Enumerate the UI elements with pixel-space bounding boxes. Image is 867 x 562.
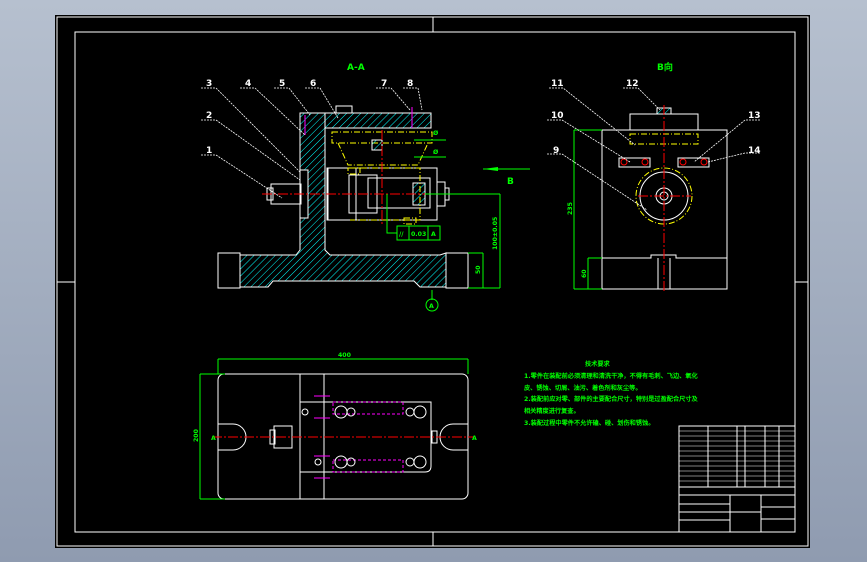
- tolerance-symbol: //: [399, 231, 404, 238]
- dim-front-base: 50: [475, 265, 482, 274]
- tech-heading: 技术要求: [585, 360, 611, 368]
- part-label-8: 8: [407, 79, 413, 89]
- part-label-4: 4: [245, 79, 251, 89]
- tech-line: 1.零件在装配前必须清理和清洗干净，不得有毛刺、飞边、氧化: [524, 372, 699, 380]
- view-direction-label: B: [507, 177, 514, 187]
- top-plate-section: [324, 112, 432, 129]
- part-label-6: 6: [310, 79, 316, 89]
- part-label-12: 12: [626, 79, 639, 89]
- tech-line: 相关精度进行复查。: [524, 407, 580, 415]
- dim-side-height: 235: [567, 202, 574, 215]
- section-mark-right: A: [472, 435, 477, 442]
- part-label-11: 11: [551, 79, 564, 89]
- svg-text:Ø: Ø: [433, 148, 439, 156]
- part-label-1: 1: [206, 146, 212, 156]
- dim-side-base: 60: [581, 269, 588, 278]
- part-label-14: 14: [748, 146, 761, 156]
- part-label-3: 3: [206, 79, 212, 89]
- section-mark-left: A: [211, 435, 216, 442]
- dim-plan-width: 200: [193, 428, 200, 442]
- tech-line: 皮、锈蚀、切屑、油污、着色剂和灰尘等。: [523, 384, 642, 392]
- cad-drawing[interactable]: A-A 100±0.05 50 Ø Ø // 0.03 A A B 3 4 5 6…: [0, 0, 867, 562]
- part-label-2: 2: [206, 111, 212, 121]
- tech-line: 2.装配前应对零、部件的主要配合尺寸，特别是过盈配合尺寸及: [524, 395, 699, 403]
- dim-front-height: 100±0.05: [492, 217, 499, 250]
- section-title: A-A: [347, 63, 365, 73]
- part-label-13: 13: [748, 111, 761, 121]
- svg-text:Ø: Ø: [433, 129, 439, 137]
- part-label-7: 7: [381, 79, 387, 89]
- side-view-title: B向: [657, 61, 673, 73]
- tech-line: 3.装配过程中零件不允许磕、碰、划伤和锈蚀。: [524, 419, 654, 427]
- part-label-9: 9: [553, 146, 559, 156]
- part-label-10: 10: [551, 111, 564, 121]
- datum-label: A: [429, 303, 434, 310]
- tolerance-datum: A: [431, 231, 436, 238]
- tolerance-value: 0.03: [411, 231, 426, 238]
- dim-plan-length: 400: [338, 352, 352, 359]
- part-label-5: 5: [279, 79, 285, 89]
